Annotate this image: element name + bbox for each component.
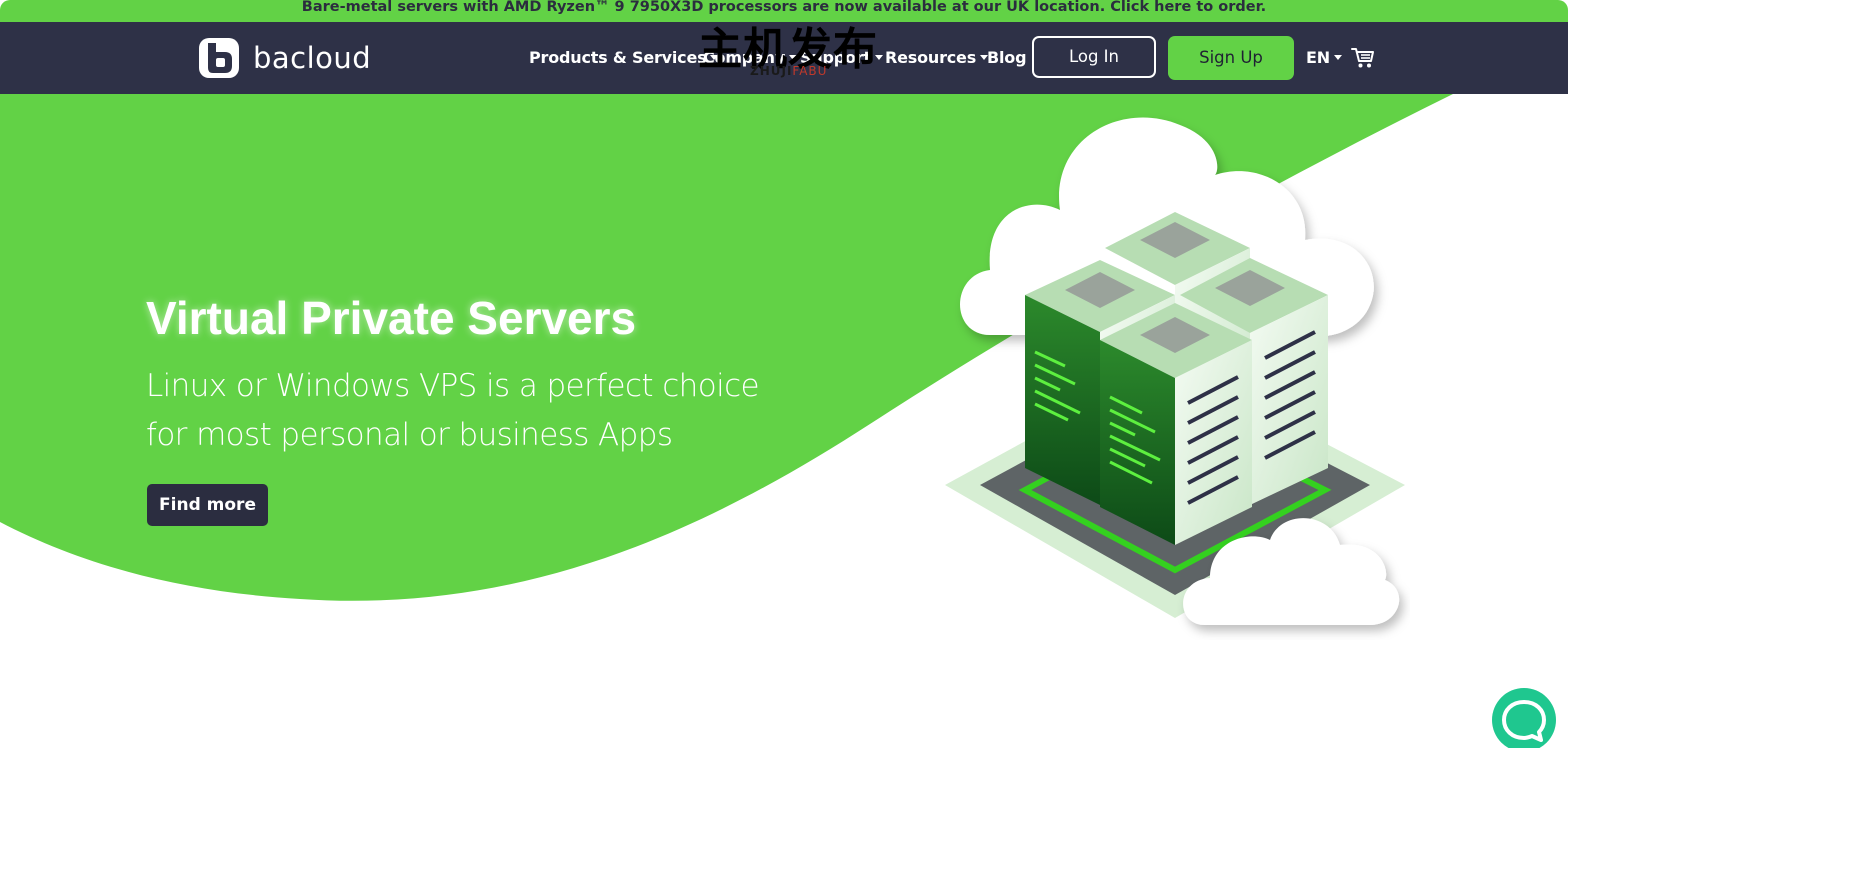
nav-company[interactable]: Company <box>703 46 798 70</box>
brand-name: bacloud <box>253 41 372 75</box>
nav-products-services[interactable]: Products & Services <box>529 46 719 70</box>
chevron-down-icon <box>789 55 798 60</box>
nav-resources-label: Resources <box>885 48 977 67</box>
hero-subtitle: Linux or Windows VPS is a perfect choice… <box>146 362 786 460</box>
login-button[interactable]: Log In <box>1032 36 1156 78</box>
chevron-down-icon <box>874 55 883 60</box>
chevron-down-icon <box>1333 55 1342 60</box>
find-more-button[interactable]: Find more <box>147 484 268 526</box>
language-selector[interactable]: EN <box>1306 46 1342 70</box>
hero-subtitle-line-1: Linux or Windows VPS is a perfect choice <box>146 368 760 404</box>
server-cloud-illustration <box>945 117 1405 625</box>
hero-title: Virtual Private Servers <box>146 292 637 344</box>
nav-company-label: Company <box>703 48 786 67</box>
announcement-bar[interactable]: Bare-metal servers with AMD Ryzen™ 9 795… <box>0 0 1568 22</box>
nav-blog-label: Blog <box>987 48 1027 67</box>
page: Bare-metal servers with AMD Ryzen™ 9 795… <box>0 0 1568 748</box>
signup-button[interactable]: Sign Up <box>1168 36 1294 80</box>
cart-icon[interactable] <box>1351 47 1375 69</box>
top-navbar: bacloud Products & Services Company Supp… <box>0 22 1568 94</box>
nav-resources[interactable]: Resources <box>885 46 989 70</box>
hero-subtitle-line-2: for most personal or business Apps <box>146 417 673 453</box>
nav-support[interactable]: Support <box>800 46 883 70</box>
nav-support-label: Support <box>800 48 871 67</box>
nav-products-label: Products & Services <box>529 48 707 67</box>
chat-widget-button[interactable] <box>1492 688 1556 748</box>
bacloud-logo-icon <box>199 38 239 78</box>
chat-bubble-icon <box>1502 700 1546 742</box>
language-label: EN <box>1306 48 1330 67</box>
nav-blog[interactable]: Blog <box>987 46 1027 70</box>
brand-logo[interactable]: bacloud <box>199 37 371 79</box>
